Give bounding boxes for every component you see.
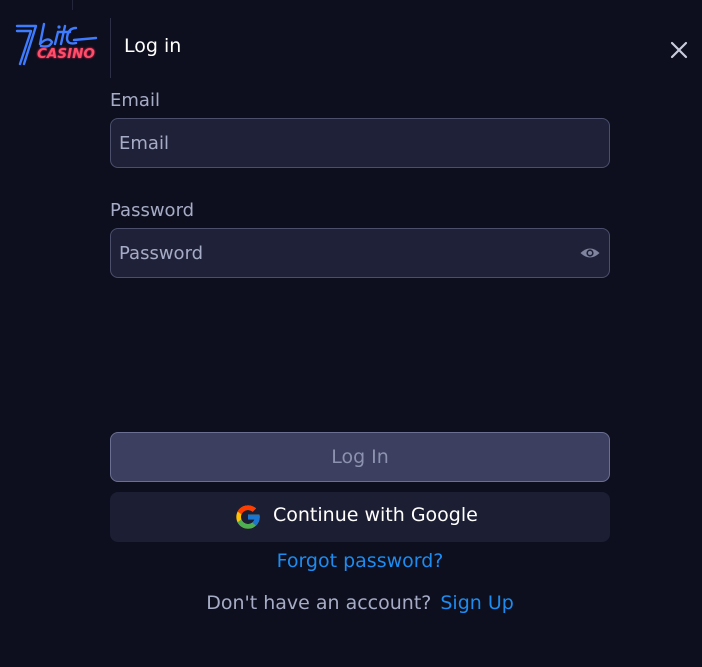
close-button[interactable] xyxy=(668,39,690,61)
close-icon xyxy=(670,41,688,59)
page-title: Log in xyxy=(124,35,182,57)
login-modal: CASINO Log in Email Password Log In xyxy=(0,0,702,667)
google-icon xyxy=(236,505,260,529)
signup-link[interactable]: Sign Up xyxy=(440,592,513,614)
top-divider-line xyxy=(72,0,73,10)
header-divider xyxy=(110,18,111,78)
email-input-box[interactable] xyxy=(110,118,610,168)
logo-casino-text: CASINO xyxy=(37,46,95,62)
forgot-password-link[interactable]: Forgot password? xyxy=(110,550,610,572)
brand-logo: CASINO xyxy=(14,20,100,72)
email-label: Email xyxy=(110,90,160,111)
signup-prompt: Don't have an account? xyxy=(206,592,432,614)
password-label: Password xyxy=(110,200,195,221)
password-input[interactable] xyxy=(119,229,569,277)
email-input[interactable] xyxy=(119,119,569,167)
password-input-box[interactable] xyxy=(110,228,610,278)
modal-header: CASINO Log in xyxy=(0,18,702,78)
google-login-button[interactable]: Continue with Google xyxy=(110,492,610,542)
show-password-toggle[interactable] xyxy=(579,243,601,263)
login-button[interactable]: Log In xyxy=(110,432,610,482)
eye-icon xyxy=(580,248,600,258)
google-button-label: Continue with Google xyxy=(273,504,478,526)
signup-row: Don't have an account? Sign Up xyxy=(110,592,610,614)
